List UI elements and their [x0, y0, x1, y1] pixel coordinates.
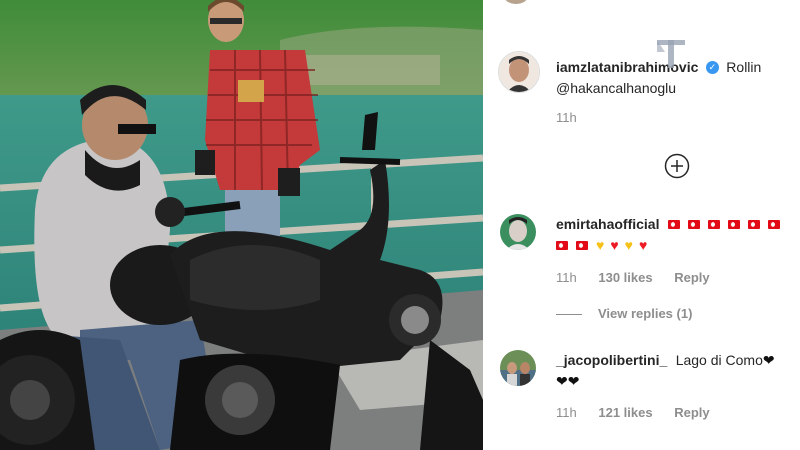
- turkey-flag-icon: [687, 220, 700, 230]
- avatar[interactable]: [500, 214, 536, 250]
- caption-text: Rollin: [726, 59, 762, 75]
- turkey-flag-icon: [707, 220, 720, 230]
- comment-meta: 11h 130 likes Reply: [556, 270, 728, 285]
- comment-meta: 11h 121 likes Reply: [556, 405, 728, 420]
- red-heart-icon: ♥: [610, 237, 619, 253]
- comment-time: 11h: [556, 270, 577, 285]
- reply-button[interactable]: Reply: [674, 270, 709, 285]
- avatar[interactable]: [500, 350, 536, 386]
- comment-text: Lago di Como: [675, 352, 763, 368]
- comment-likes[interactable]: 130 likes: [598, 270, 652, 285]
- yellow-heart-icon: ♥: [596, 237, 605, 253]
- view-replies-label: View replies (1): [598, 306, 693, 321]
- black-heart-icon: ❤: [556, 373, 568, 389]
- reply-button[interactable]: Reply: [674, 405, 709, 420]
- turkey-flag-icon: [747, 220, 760, 230]
- post-photo[interactable]: [0, 0, 483, 450]
- caption-time: 11h: [556, 110, 577, 125]
- comment-username[interactable]: emirtahaofficial: [556, 216, 659, 232]
- avatar[interactable]: [503, 0, 529, 4]
- telemundo-watermark-icon: [655, 38, 687, 70]
- view-replies[interactable]: View replies (1): [556, 306, 692, 321]
- turkey-flag-icon: [767, 220, 780, 230]
- comment-username[interactable]: _jacopolibertini_: [556, 352, 667, 368]
- comment: _jacopolibertini_ Lago di Como❤ ❤❤: [556, 350, 800, 392]
- comment: emirtahaofficial ♥ ♥ ♥ ♥: [556, 214, 800, 256]
- black-heart-icon: ❤: [762, 352, 775, 368]
- turkey-flag-icon: [667, 220, 680, 230]
- verified-badge-icon: ✓: [705, 61, 719, 75]
- plus-circle-icon[interactable]: [664, 153, 690, 179]
- replies-divider: [556, 314, 582, 316]
- caption-mention[interactable]: @hakancalhanoglu: [556, 80, 676, 96]
- turkey-flag-icon: [556, 241, 568, 251]
- black-heart-icon: ❤: [567, 373, 580, 389]
- comment-time: 11h: [556, 405, 577, 420]
- turkey-flag-icon: [576, 241, 588, 251]
- comments-panel[interactable]: iamzlatanibrahimovic ✓ Rollin @hakancalh…: [483, 0, 800, 450]
- yellow-heart-icon: ♥: [624, 237, 633, 253]
- red-heart-icon: ♥: [638, 237, 648, 253]
- comment-likes[interactable]: 121 likes: [598, 405, 652, 420]
- turkey-flag-icon: [727, 220, 740, 230]
- avatar[interactable]: [498, 51, 540, 93]
